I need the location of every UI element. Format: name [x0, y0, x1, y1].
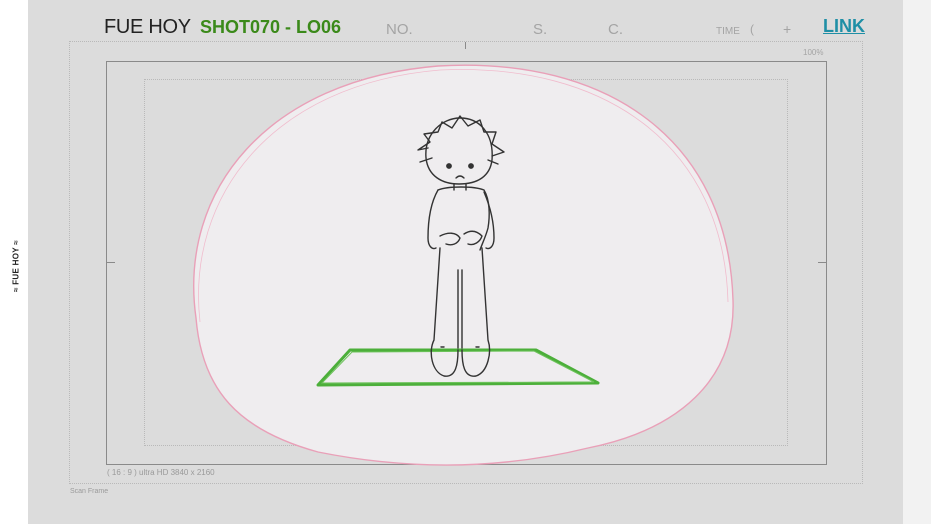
storyboard-sheet: FUE HOY SHOT070 - LO06 NO. S. C. TIME ( … [28, 0, 903, 524]
page-edge [903, 0, 931, 524]
scan-frame-label: Scan Frame [70, 488, 109, 495]
sidebar-title: ≈ FUE HOY ≈ [11, 240, 21, 292]
resolution-label: ( 16 : 9 ) ultra HD 3840 x 2160 [107, 468, 215, 477]
sidebar: ≈ FUE HOY ≈ [0, 0, 28, 524]
storyboard-drawing [193, 64, 734, 466]
